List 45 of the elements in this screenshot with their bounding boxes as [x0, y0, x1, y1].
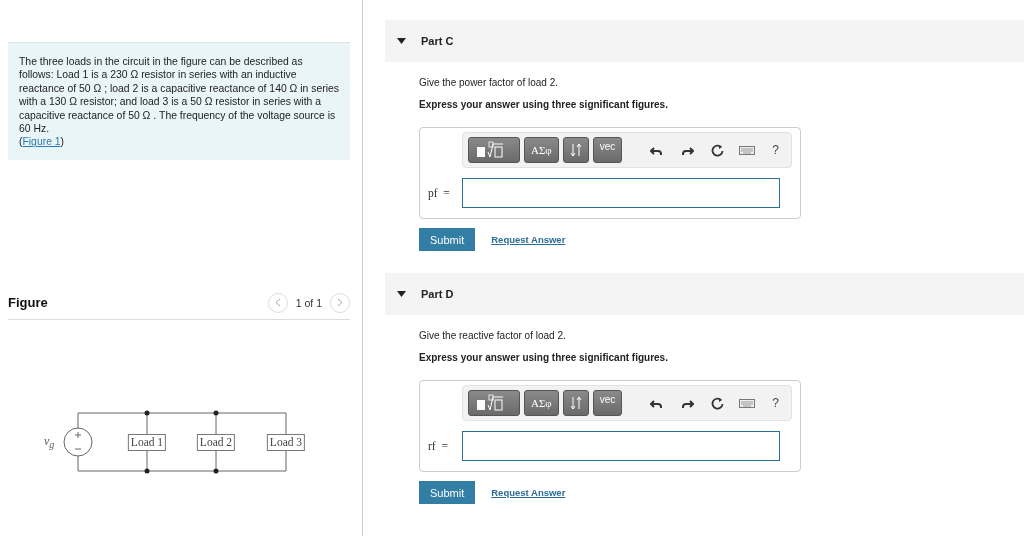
reset-icon: [710, 396, 725, 410]
part-header[interactable]: Part D: [385, 273, 1024, 315]
variable-label: pf =: [428, 187, 451, 199]
arrows-button[interactable]: [562, 390, 589, 416]
load-box: Load 1: [127, 433, 167, 451]
variable-label: rf =: [428, 440, 449, 452]
paren: (: [19, 136, 23, 148]
chevron-right-icon: [337, 298, 343, 308]
load-box: Load 3: [266, 433, 306, 451]
arrows-button[interactable]: [562, 137, 589, 163]
keyboard-icon: [739, 143, 756, 157]
load-box: Load 2: [196, 433, 236, 451]
page-counter: 1 of 1: [295, 296, 322, 309]
request-answer-link[interactable]: Request Answer: [491, 487, 566, 498]
template-button[interactable]: [468, 137, 520, 163]
figure-link[interactable]: Figure 1: [22, 136, 61, 148]
up-down-arrows-icon: [569, 396, 582, 410]
request-answer-link[interactable]: Request Answer: [491, 234, 566, 245]
submit-button[interactable]: Submit: [419, 481, 476, 504]
vector-button[interactable]: vec: [592, 137, 623, 163]
submit-button[interactable]: Submit: [419, 228, 476, 251]
answer-field[interactable]: [462, 178, 780, 208]
template-button[interactable]: [468, 390, 520, 416]
figure-title: Figure: [8, 295, 49, 311]
greek-symbols-button[interactable]: ΑΣφ: [524, 137, 559, 163]
voltage-source-icon: [63, 427, 93, 457]
help-button[interactable]: ?: [772, 143, 779, 157]
part-title: Part D: [421, 288, 454, 300]
instruction-text: Express your answer using three significant figures.: [419, 99, 669, 110]
problem-text: The three loads in the circuit in the figure can be described as follows: Load 1 is a 230 Ω resistor in series with an inductive reactance of 50 Ω ; load 2 is a capacitive reactance of 140 Ω in series with a 130 Ω resistor; and load 3 is a 50 Ω resistor in series with a capacitive reactance of 50 Ω . The frequency of the voltage source is 60 Hz.: [19, 55, 340, 136]
question-text: Give the power factor of load 2.: [419, 77, 559, 88]
help-button[interactable]: ?: [772, 396, 779, 410]
up-down-arrows-icon: [569, 143, 582, 157]
paren: ): [60, 136, 65, 148]
part-header[interactable]: Part C: [385, 20, 1024, 62]
greek-symbols-button[interactable]: ΑΣφ: [524, 390, 559, 416]
source-label: v$_{g}$: [44, 433, 55, 451]
chevron-left-icon: [274, 298, 281, 308]
vector-button[interactable]: vec: [592, 390, 623, 416]
part-title: Part C: [421, 35, 454, 47]
reset-icon: [710, 143, 725, 157]
question-text: Give the reactive factor of load 2.: [419, 330, 567, 341]
answer-field[interactable]: [462, 431, 780, 461]
keyboard-icon: [739, 396, 756, 410]
instruction-text: Express your answer using three significant figures.: [419, 352, 669, 363]
